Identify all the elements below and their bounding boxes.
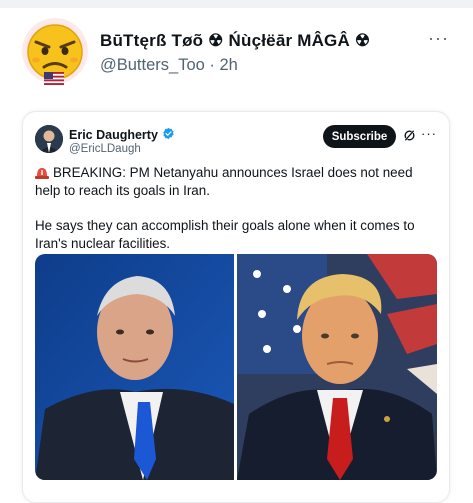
subscribe-button[interactable]: Subscribe [323,125,396,148]
post[interactable]: BūTtęrß Tøõ ☢ Ńùçłëār MÂGÂ ☢ @Butters_To… [0,8,473,503]
handle[interactable]: @Butters_Too [100,56,205,74]
quoted-more-button[interactable]: ··· [421,126,437,141]
quoted-paragraph-2: He says they can accomplish their goals … [35,218,415,251]
siren-icon [35,165,49,179]
quoted-paragraph-1-text: BREAKING: PM Netanyahu announces Israel … [35,165,413,198]
handle-line: @Butters_Too · 2h [100,56,238,75]
grok-icon[interactable] [403,129,416,147]
photo-netanyahu[interactable] [35,254,234,480]
quoted-author-name[interactable]: Eric Daugherty [69,128,158,142]
photo-trump[interactable] [237,254,437,480]
quoted-author-avatar[interactable] [35,125,63,153]
quoted-post-card[interactable]: Eric Daugherty @EricLDaugh Subscribe ···… [22,111,450,503]
display-name[interactable]: BūTtęrß Tøõ ☢ Ńùçłëār MÂGÂ ☢ [100,31,370,51]
quoted-paragraph-1: BREAKING: PM Netanyahu announces Israel … [35,164,440,200]
us-flag-icon [44,72,64,90]
more-options-button[interactable]: ··· [428,28,449,49]
quoted-author-name-row[interactable]: Eric Daugherty [69,127,175,143]
verified-badge-icon [162,127,175,143]
top-divider [0,0,473,8]
photo-grid[interactable] [35,254,437,480]
post-time[interactable]: 2h [220,56,238,74]
separator: · [209,56,215,74]
quoted-author-handle[interactable]: @EricLDaugh [69,143,141,155]
